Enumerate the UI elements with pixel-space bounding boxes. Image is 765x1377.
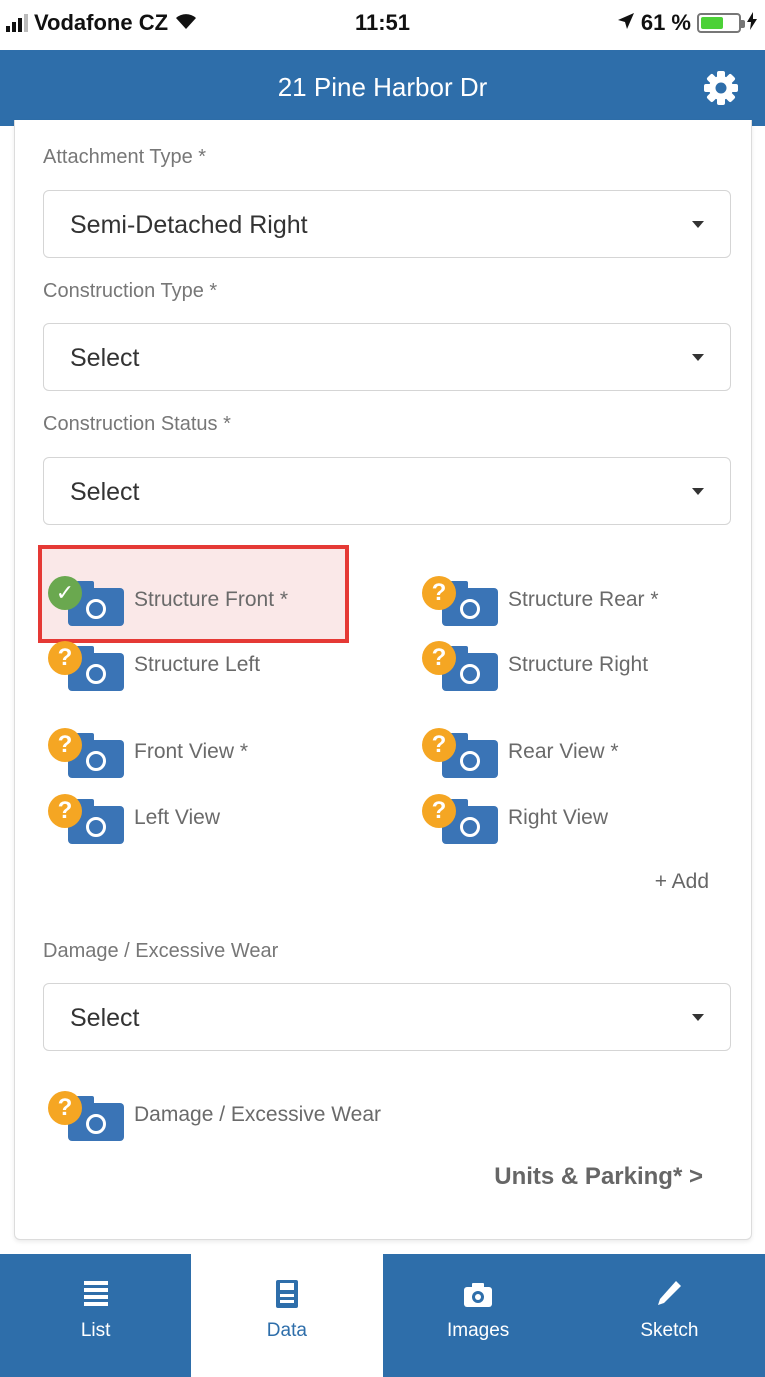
photo-label: Left View (134, 806, 220, 829)
attachment-type-label: Attachment Type * (43, 146, 207, 168)
photo-item-structure-rear[interactable]: ? Structure Rear * (420, 572, 750, 628)
tab-images[interactable]: Images (383, 1254, 574, 1377)
question-badge-icon: ? (48, 1091, 82, 1125)
photo-item-structure-left[interactable]: ? Structure Left (46, 637, 376, 693)
battery-icon (697, 13, 745, 33)
damage-label: Damage / Excessive Wear (43, 940, 279, 962)
photo-label: Structure Rear * (508, 588, 659, 611)
photo-icon: ? (46, 1087, 130, 1143)
tab-list[interactable]: List (0, 1254, 191, 1377)
check-badge-icon: ✓ (48, 576, 82, 610)
construction-type-select[interactable]: Select (43, 323, 731, 391)
attachment-type-value: Semi-Detached Right (70, 211, 308, 239)
attachment-type-select[interactable]: Semi-Detached Right (43, 190, 731, 258)
photo-item-left-view[interactable]: ? Left View (46, 790, 376, 846)
photo-icon: ? (420, 724, 504, 780)
chevron-down-icon (692, 354, 704, 361)
photo-label: Right View (508, 806, 608, 829)
add-photo-link[interactable]: + Add (655, 870, 709, 894)
question-badge-icon: ? (48, 728, 82, 762)
photo-label: Structure Right (508, 653, 649, 676)
chevron-down-icon (692, 488, 704, 495)
status-right: 61 % (617, 10, 757, 36)
construction-status-value: Select (70, 478, 140, 506)
tab-label: Images (446, 1320, 510, 1341)
battery-percent: 61 % (640, 10, 691, 35)
app-header: 21 Pine Harbor Dr (0, 50, 765, 126)
tab-label: Data (266, 1320, 307, 1341)
list-icon (83, 1281, 108, 1306)
tab-label: List (80, 1320, 111, 1341)
photo-item-structure-right[interactable]: ? Structure Right (420, 637, 750, 693)
tab-label: Sketch (640, 1320, 699, 1341)
settings-button[interactable] (701, 68, 741, 108)
camera-icon (464, 1283, 493, 1307)
charging-icon (747, 10, 757, 36)
battery-fill (701, 17, 723, 29)
question-badge-icon: ? (422, 728, 456, 762)
bottom-tab-bar: List Data Images Sketch (0, 1254, 765, 1377)
chevron-down-icon (692, 1014, 704, 1021)
damage-value: Select (70, 1004, 140, 1032)
construction-status-select[interactable]: Select (43, 457, 731, 525)
photo-label: Rear View * (508, 740, 619, 763)
photo-item-structure-front[interactable]: ✓ Structure Front * (46, 572, 376, 628)
pencil-icon (658, 1281, 682, 1305)
photo-icon: ? (420, 637, 504, 693)
location-icon (617, 10, 635, 36)
tab-sketch[interactable]: Sketch (574, 1254, 765, 1377)
question-badge-icon: ? (422, 641, 456, 675)
photo-icon: ✓ (46, 572, 130, 628)
photo-label: Front View * (134, 740, 248, 763)
gear-icon (704, 71, 738, 105)
save-icon (275, 1280, 298, 1308)
photo-icon: ? (420, 790, 504, 846)
photo-label: Structure Front * (134, 588, 289, 611)
question-badge-icon: ? (48, 641, 82, 675)
next-section-link[interactable]: Units & Parking* > (494, 1163, 703, 1191)
status-bar: Vodafone CZ 11:51 61 % (0, 0, 765, 50)
damage-select[interactable]: Select (43, 983, 731, 1051)
question-badge-icon: ? (422, 794, 456, 828)
photo-label: Structure Left (134, 653, 261, 676)
photo-item-right-view[interactable]: ? Right View (420, 790, 750, 846)
construction-type-label: Construction Type * (43, 280, 218, 302)
photo-icon: ? (46, 724, 130, 780)
page-title: 21 Pine Harbor Dr (277, 72, 488, 102)
photo-icon: ? (46, 790, 130, 846)
photo-icon: ? (420, 572, 504, 628)
tab-data[interactable]: Data (191, 1254, 383, 1377)
photo-icon: ? (46, 637, 130, 693)
photo-item-rear-view[interactable]: ? Rear View * (420, 724, 750, 780)
question-badge-icon: ? (48, 794, 82, 828)
photo-label: Damage / Excessive Wear (134, 1103, 382, 1126)
construction-type-value: Select (70, 344, 140, 372)
construction-status-label: Construction Status * (43, 413, 231, 435)
photo-item-front-view[interactable]: ? Front View * (46, 724, 376, 780)
question-badge-icon: ? (422, 576, 456, 610)
chevron-down-icon (692, 221, 704, 228)
photo-item-damage[interactable]: ? Damage / Excessive Wear (46, 1087, 381, 1143)
